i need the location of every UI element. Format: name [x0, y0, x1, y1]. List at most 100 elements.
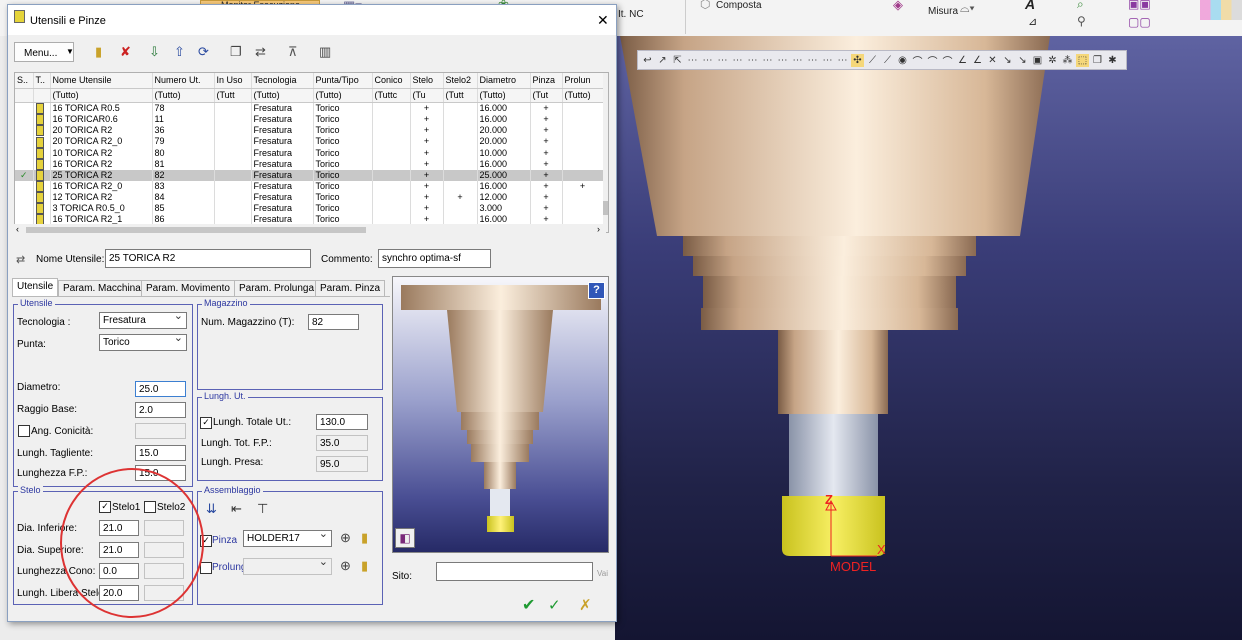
table-row[interactable]: 10 TORICA R2 80 Fresatura Torico +10.000 +: [15, 147, 604, 159]
column-filter[interactable]: (Tutt: [214, 88, 252, 103]
table-row[interactable]: 12 TORICA R2 84 Fresatura Torico + +12.000 +: [15, 192, 604, 204]
column-header[interactable]: Conico: [372, 73, 411, 89]
composta-button[interactable]: Composta: [716, 0, 762, 11]
color-swatches[interactable]: [1200, 0, 1242, 20]
horizontal-scrollbar[interactable]: ‹ ›: [14, 224, 606, 236]
snap-icon[interactable]: ⋯: [686, 54, 699, 67]
cross-icon[interactable]: ✕: [986, 54, 999, 67]
column-filter[interactable]: (Tu: [410, 88, 444, 103]
pinza-edit-icon[interactable]: ⊕: [340, 531, 351, 544]
line-icon[interactable]: ⟋: [881, 54, 894, 67]
table-row[interactable]: ✓ 25 TORICA R2 82 Fresatura Torico +25.000 +: [15, 169, 604, 181]
pinza-select[interactable]: HOLDER17: [243, 530, 332, 547]
cancel-icon[interactable]: ✗: [579, 598, 592, 613]
menu-button[interactable]: Menu... ▼: [14, 42, 74, 62]
apply-check-icon[interactable]: ✓: [548, 598, 561, 613]
highlight-icon[interactable]: ⬚: [1076, 53, 1089, 67]
columns-icon[interactable]: ▥: [319, 45, 331, 58]
num-magazzino-input[interactable]: 82: [308, 314, 359, 330]
column-filter[interactable]: (Tutto): [251, 88, 314, 103]
snap-grid-icon[interactable]: ✣: [851, 53, 864, 67]
column-header[interactable]: Stelo2: [443, 73, 478, 89]
xyz-icon[interactable]: ✲: [1046, 54, 1059, 67]
nodes-icon[interactable]: ⁂: [1061, 54, 1074, 67]
angle-icon[interactable]: ∠: [956, 54, 969, 67]
tab-param-pinza[interactable]: Param. Pinza: [315, 280, 386, 297]
snap-icon[interactable]: ⋯: [836, 54, 849, 67]
lungh-totale-checkbox[interactable]: ✓: [200, 417, 212, 429]
table-row[interactable]: 20 TORICA R2 36 Fresatura Torico +20.000 +: [15, 125, 604, 137]
help-button[interactable]: ?: [588, 282, 605, 299]
settings-icon[interactable]: ✱: [1106, 54, 1119, 67]
scroll-right-icon[interactable]: ›: [597, 224, 600, 234]
prolunga-edit-icon[interactable]: ⊕: [340, 559, 351, 572]
column-filter[interactable]: (Tut: [530, 88, 563, 103]
punta-select[interactable]: Torico: [99, 334, 187, 351]
cube-outline-icon[interactable]: ▢▢: [1128, 15, 1151, 29]
assembly-icon[interactable]: ⇊: [206, 502, 217, 515]
column-header[interactable]: Diametro: [477, 73, 531, 89]
column-filter[interactable]: (Tutt: [443, 88, 478, 103]
save-tool-icon[interactable]: ⇧: [174, 45, 185, 58]
lungh-totale-input[interactable]: 130.0: [316, 414, 368, 430]
column-header[interactable]: Stelo: [410, 73, 444, 89]
snap-icon[interactable]: ⋯: [701, 54, 714, 67]
arrow-icon[interactable]: ↘: [1001, 54, 1014, 67]
tab-param-prolunga[interactable]: Param. Prolunga: [234, 280, 320, 297]
text-icon[interactable]: A: [1025, 0, 1035, 12]
close-icon[interactable]: ✕: [597, 12, 609, 29]
column-filter[interactable]: (Tutto): [313, 88, 373, 103]
prolunga-checkbox[interactable]: [200, 562, 212, 574]
table-row[interactable]: 16 TORICA R0.5 78 Fresatura Torico +16.000 +: [15, 102, 604, 115]
tab-param-macchina[interactable]: Param. Macchina: [58, 280, 146, 297]
prolunga-new-icon[interactable]: ▮: [361, 559, 368, 572]
snap-icon[interactable]: ⋯: [731, 54, 744, 67]
model-viewport[interactable]: Z X MODEL: [615, 36, 1242, 640]
measure-arc-icon[interactable]: ⌓▾: [960, 1, 975, 16]
column-header[interactable]: Pinza: [530, 73, 563, 89]
snap-icon[interactable]: ⋯: [746, 54, 759, 67]
move-tool-icon[interactable]: ⇄: [255, 45, 266, 58]
snap-icon[interactable]: ⋯: [791, 54, 804, 67]
angle-icon[interactable]: ∠: [971, 54, 984, 67]
column-header[interactable]: Punta/Tipo: [313, 73, 373, 89]
snap-icon[interactable]: ⋯: [821, 54, 834, 67]
ok-check-icon[interactable]: ✔: [522, 598, 535, 614]
snap-icon[interactable]: ⋯: [761, 54, 774, 67]
tab-utensile[interactable]: Utensile: [12, 278, 59, 297]
column-filter[interactable]: [15, 88, 34, 103]
misura-button[interactable]: Misura: [928, 6, 958, 17]
line-icon[interactable]: ⟋: [866, 54, 879, 67]
tecnologia-select[interactable]: Fresatura: [99, 312, 187, 329]
h-scrollbar-thumb[interactable]: [26, 227, 366, 233]
snap-icon[interactable]: ⋯: [806, 54, 819, 67]
pinza-new-icon[interactable]: ▮: [361, 531, 368, 544]
arc-icon[interactable]: ⌒: [911, 54, 924, 68]
scrollbar-thumb[interactable]: [603, 201, 608, 215]
view-3d-icon[interactable]: ◧: [395, 528, 415, 548]
column-header[interactable]: In Uso: [214, 73, 252, 89]
arc-icon[interactable]: ⌒: [941, 54, 954, 68]
tool-name-input[interactable]: 25 TORICA R2: [105, 249, 311, 268]
column-filter[interactable]: (Tuttc: [372, 88, 411, 103]
zoom-icon[interactable]: ⚲: [1077, 14, 1086, 28]
column-filter[interactable]: (Tutto): [477, 88, 531, 103]
table-row[interactable]: 3 TORICA R0.5_0 85 Fresatura Torico +3.000 +: [15, 203, 604, 215]
import-tool-icon[interactable]: ⇩: [149, 45, 160, 58]
update-tool-icon[interactable]: ⟳: [198, 45, 209, 58]
raggio-base-input[interactable]: 2.0: [135, 402, 186, 418]
comment-input[interactable]: synchro optima-sf: [378, 249, 491, 268]
arrow-back-icon[interactable]: ⇤: [231, 502, 242, 515]
diametro-input[interactable]: 25.0: [135, 381, 186, 397]
table-row[interactable]: 16 TORICA R2 81 Fresatura Torico +16.000 +: [15, 158, 604, 170]
dimension-icon[interactable]: ⊿: [1028, 15, 1037, 28]
box-icon[interactable]: ▣: [1031, 54, 1044, 67]
copy-tool-icon[interactable]: ❐: [230, 45, 242, 58]
column-header[interactable]: S..: [15, 73, 34, 89]
column-filter[interactable]: [33, 88, 51, 103]
vai-button[interactable]: Vai: [597, 569, 608, 578]
circle-target-icon[interactable]: ◉: [896, 54, 909, 67]
new-tool-icon[interactable]: ▮: [95, 45, 102, 58]
column-filter[interactable]: (Tutto): [562, 88, 604, 103]
copy-icon[interactable]: ❐: [1091, 54, 1104, 67]
